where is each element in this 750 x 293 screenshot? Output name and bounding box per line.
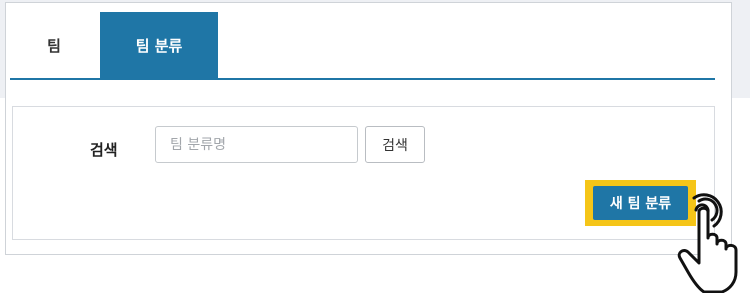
search-label: 검색 bbox=[90, 141, 118, 159]
search-button[interactable]: 검색 bbox=[365, 126, 425, 163]
tab-bar: 팀 팀 분류 bbox=[10, 12, 715, 80]
hand-pointer-icon bbox=[677, 193, 738, 293]
team-class-search-input[interactable] bbox=[155, 126, 358, 163]
tab-team-classification[interactable]: 팀 분류 bbox=[100, 12, 218, 78]
tab-team[interactable]: 팀 bbox=[10, 12, 98, 78]
